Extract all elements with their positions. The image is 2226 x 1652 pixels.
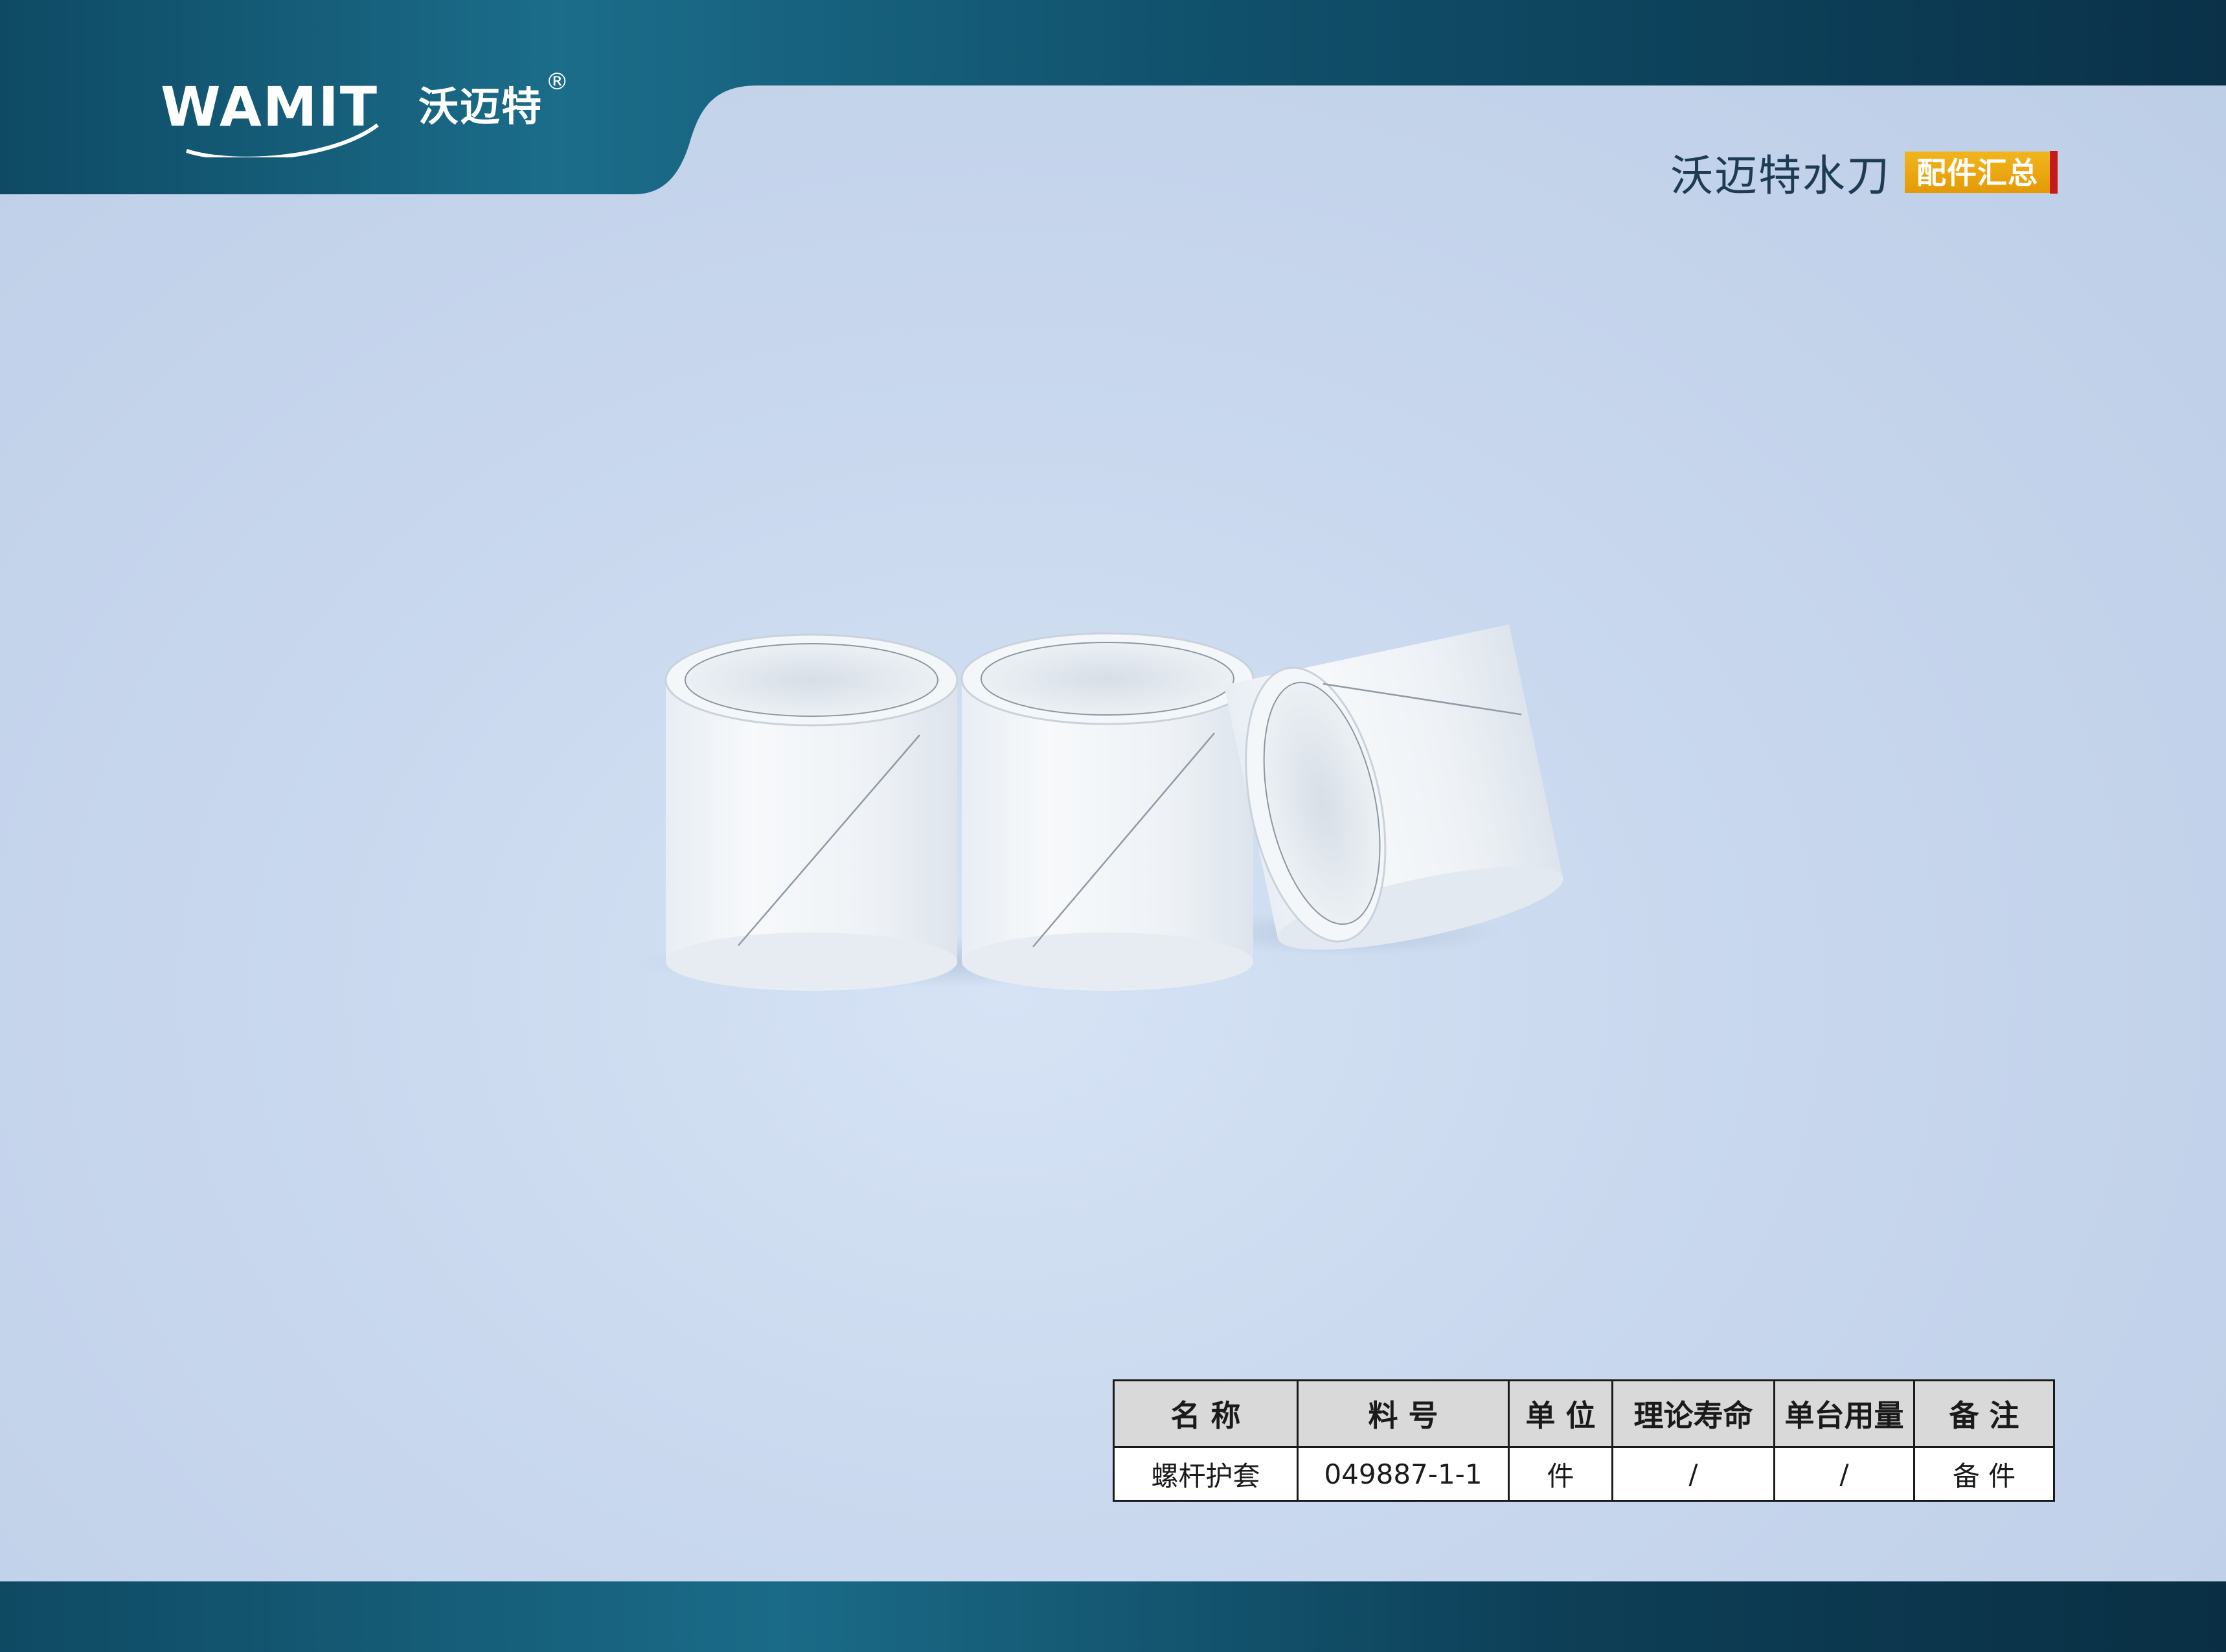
col-header-unit: 单 位	[1508, 1379, 1613, 1448]
logo-swoosh-icon	[186, 123, 379, 157]
cell-theoretical-life: /	[1611, 1446, 1775, 1502]
logo-chinese-name: 沃迈特	[418, 83, 543, 130]
cell-unit: 件	[1508, 1446, 1613, 1502]
col-header-remarks: 备 注	[1913, 1379, 2055, 1448]
sleeve-2	[960, 632, 1255, 991]
table-row: 螺杆护套 049887-1-1 件 / / 备 件	[1113, 1446, 2055, 1502]
cell-remarks: 备 件	[1913, 1446, 2055, 1502]
col-header-qty-per-unit: 单台用量	[1773, 1379, 1915, 1448]
cell-qty-per-unit: /	[1773, 1446, 1915, 1502]
page-title-text: 沃迈特水刀	[1670, 151, 1891, 201]
col-header-theoretical-life: 理论寿命	[1611, 1379, 1775, 1448]
category-badge: 配件汇总	[1905, 151, 2050, 194]
brand-logo: WAMIT 沃迈特 ®	[161, 69, 569, 157]
table-header-row: 名 称 料 号 单 位 理论寿命 单台用量 备 注	[1113, 1379, 2055, 1448]
col-header-part-number: 料 号	[1297, 1379, 1510, 1448]
sleeve-1	[664, 633, 959, 991]
accent-bar	[2050, 151, 2058, 194]
spec-table: 名 称 料 号 单 位 理论寿命 单台用量 备 注 螺杆护套 049887-1-…	[1113, 1379, 2055, 1502]
page: WAMIT 沃迈特 ® 沃迈特水刀 配件汇总 名 称 料 号 单 位 理论寿命 …	[0, 0, 2226, 1652]
logo-wordmark: WAMIT	[161, 80, 379, 157]
cell-name: 螺杆护套	[1113, 1446, 1299, 1502]
col-header-name: 名 称	[1113, 1379, 1299, 1448]
product-photo	[641, 624, 1563, 991]
page-title: 沃迈特水刀 配件汇总	[1670, 146, 2058, 201]
registered-mark: ®	[545, 69, 569, 95]
sleeve-3	[1223, 624, 1563, 950]
footer-band	[0, 1581, 2226, 1652]
cell-part-number: 049887-1-1	[1297, 1446, 1510, 1502]
